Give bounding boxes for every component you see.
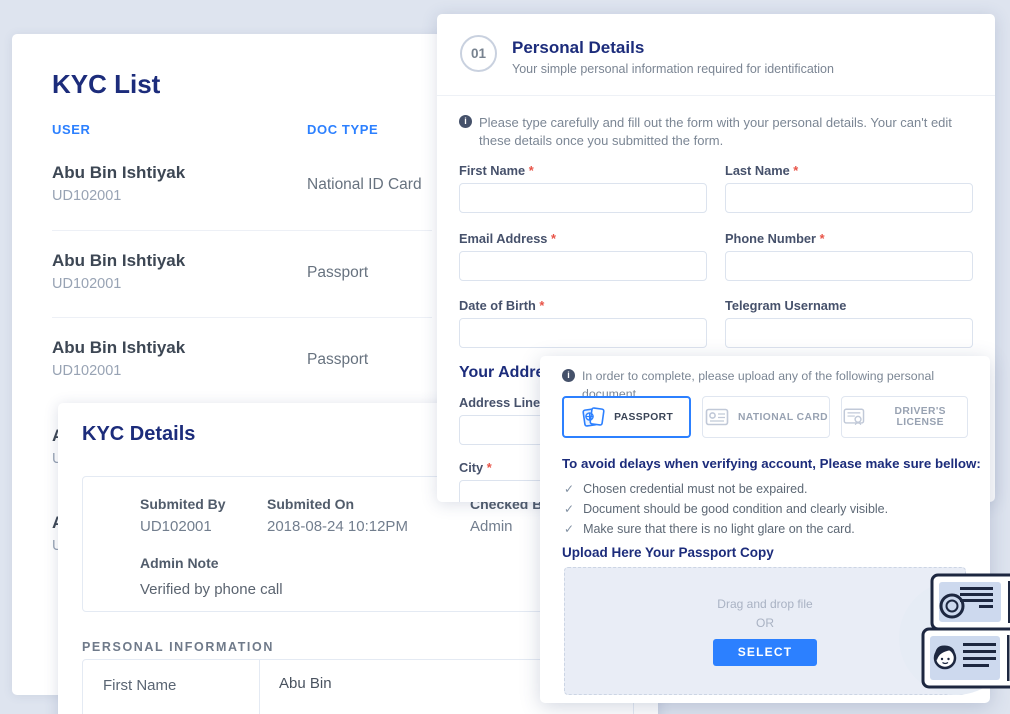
column-header-user: USER — [52, 122, 91, 137]
checklist-item: ✓ Document should be good condition and … — [564, 502, 888, 517]
row-divider — [52, 230, 432, 231]
document-type-options: PASSPORT NATIONAL CARD — [562, 396, 968, 438]
doc-option-label: NATIONAL CARD — [738, 412, 828, 423]
user-id: UD102001 — [52, 276, 121, 292]
email-label: Email Address — [459, 231, 556, 246]
column-header-doc-type: DOC TYPE — [307, 122, 378, 137]
drivers-license-icon — [842, 405, 866, 429]
city-label: City — [459, 460, 492, 475]
checked-by-value: Admin — [470, 518, 513, 535]
phone-field[interactable] — [725, 251, 973, 281]
check-icon: ✓ — [564, 522, 574, 537]
kyc-list-title: KYC List — [52, 69, 160, 100]
kyc-details-title: KYC Details — [82, 423, 195, 446]
telegram-username-label: Telegram Username — [725, 298, 846, 313]
doc-type-value: Passport — [307, 264, 368, 282]
check-icon: ✓ — [564, 482, 574, 497]
id-cards-illustration — [893, 568, 1010, 714]
admin-note-value: Verified by phone call — [140, 581, 283, 598]
email-field[interactable] — [459, 251, 707, 281]
submitted-on-label: Submited On — [267, 496, 354, 512]
kyc-app-screen: KYC List USER DOC TYPE Abu Bin Ishtiyak … — [0, 0, 1010, 714]
doc-option-label: DRIVER'S LICENSE — [873, 406, 967, 428]
drivers-license-option-button[interactable]: DRIVER'S LICENSE — [841, 396, 968, 438]
table-row[interactable]: Abu Bin Ishtiyak UD102001 Passport — [52, 338, 432, 396]
doc-type-value: Passport — [307, 351, 368, 369]
form-note: i Please type carefully and fill out the… — [459, 114, 979, 149]
info-icon: i — [459, 115, 472, 128]
form-note-text: Please type carefully and fill out the f… — [479, 114, 979, 149]
check-icon: ✓ — [564, 502, 574, 517]
dropzone-hint: Drag and drop file — [717, 597, 812, 611]
doc-option-label: PASSPORT — [614, 412, 673, 423]
user-name: Abu Bin Ishtiyak — [52, 163, 185, 183]
row-divider — [52, 317, 432, 318]
date-of-birth-field[interactable] — [459, 318, 707, 348]
table-row[interactable]: Abu Bin Ishtiyak UD102001 National ID Ca… — [52, 163, 432, 221]
info-icon: i — [562, 369, 575, 382]
passport-option-button[interactable]: PASSPORT — [562, 396, 691, 438]
info-row-label: First Name — [103, 677, 176, 694]
dropzone-or: OR — [756, 616, 774, 630]
submitted-by-value: UD102001 — [140, 518, 212, 535]
user-id: UD102001 — [52, 188, 121, 204]
table-row[interactable]: Abu Bin Ishtiyak UD102001 Passport — [52, 251, 432, 309]
step-number-badge: 01 — [460, 35, 497, 72]
national-card-icon — [704, 405, 730, 429]
checklist-item: ✓ Chosen credential must not be expaired… — [564, 482, 808, 497]
personal-details-subtitle: Your simple personal information require… — [512, 62, 834, 76]
info-row-value: Abu Bin — [279, 675, 332, 692]
last-name-label: Last Name — [725, 163, 798, 178]
last-name-field[interactable] — [725, 183, 973, 213]
verify-warning-title: To avoid delays when verifying account, … — [562, 456, 981, 471]
date-of-birth-label: Date of Birth — [459, 298, 544, 313]
submitted-on-value: 2018-08-24 10:12PM — [267, 518, 408, 535]
checklist-item: ✓ Make sure that there is no light glare… — [564, 522, 855, 537]
user-name: Abu Bin Ishtiyak — [52, 251, 185, 271]
passport-icon — [580, 405, 606, 429]
header-divider — [437, 95, 995, 96]
select-file-button[interactable]: SELECT — [713, 639, 817, 666]
national-card-option-button[interactable]: NATIONAL CARD — [702, 396, 829, 438]
upload-copy-heading: Upload Here Your Passport Copy — [562, 545, 774, 560]
user-id: UD102001 — [52, 363, 121, 379]
user-name: Abu Bin Ishtiyak — [52, 338, 185, 358]
doc-type-value: National ID Card — [307, 176, 422, 194]
first-name-label: First Name — [459, 163, 534, 178]
admin-note-label: Admin Note — [140, 555, 219, 571]
first-name-field[interactable] — [459, 183, 707, 213]
phone-label: Phone Number — [725, 231, 825, 246]
telegram-username-field[interactable] — [725, 318, 973, 348]
table-column-divider — [259, 660, 260, 714]
personal-information-heading: PERSONAL INFORMATION — [82, 640, 274, 654]
personal-details-title: Personal Details — [512, 38, 644, 58]
submitted-by-label: Submited By — [140, 496, 226, 512]
